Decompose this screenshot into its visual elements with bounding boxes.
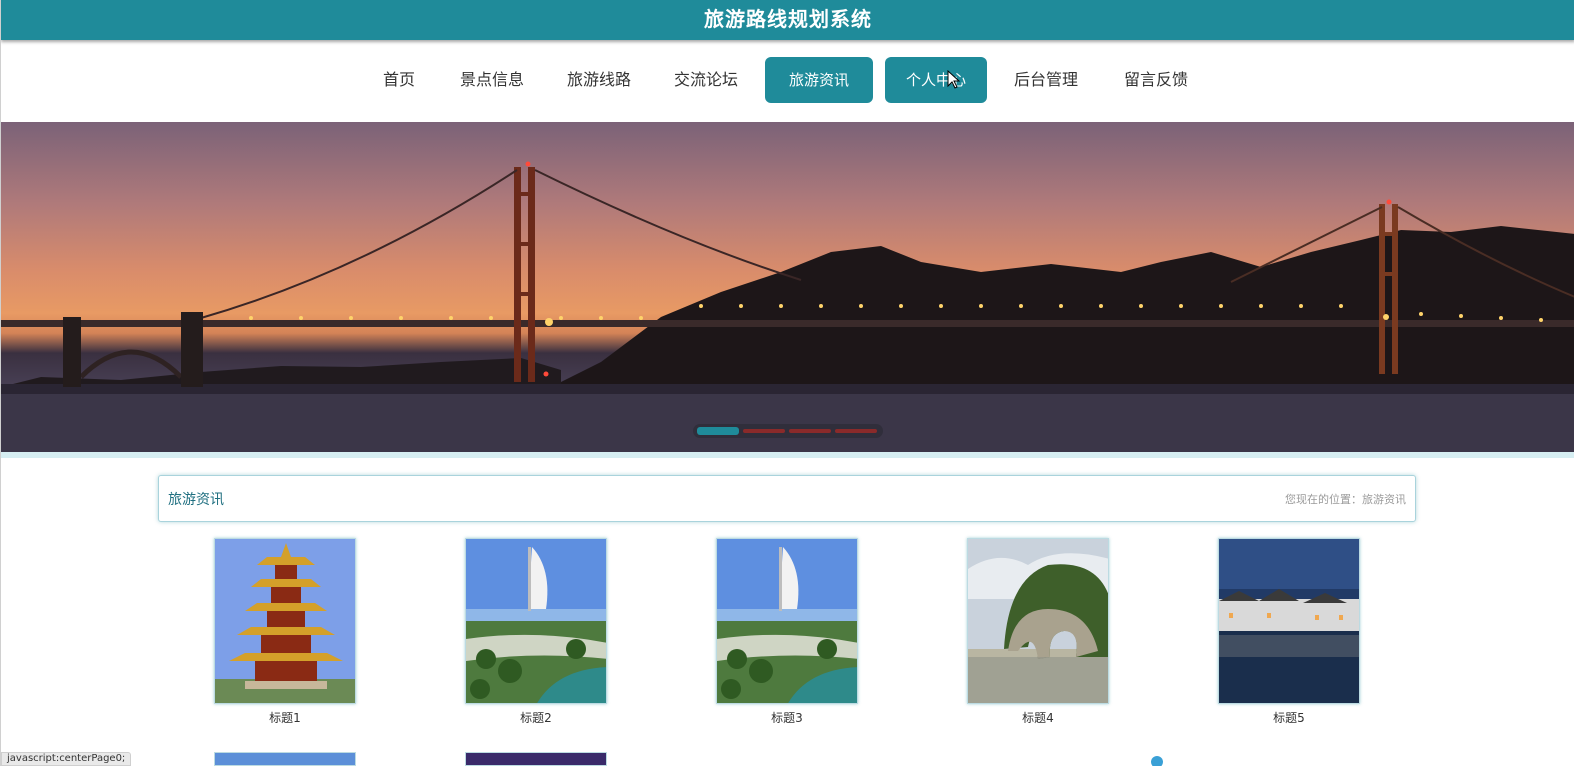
nav-admin[interactable]: 后台管理 [1003, 57, 1089, 103]
nav-attractions[interactable]: 景点信息 [449, 57, 535, 103]
carousel-dot-1[interactable] [697, 427, 739, 435]
nav-home[interactable]: 首页 [372, 57, 426, 103]
carousel-dot-4[interactable] [835, 429, 877, 433]
site-title: 旅游路线规划系统 [1, 0, 1574, 40]
card-image[interactable] [967, 538, 1109, 704]
section-header: 旅游资讯 您现在的位置：旅游资讯 [158, 475, 1416, 522]
mouse-cursor-icon [947, 70, 961, 89]
scroll-top-icon[interactable] [1151, 756, 1163, 766]
nav-personal-center[interactable]: 个人中心 [885, 57, 987, 103]
news-card[interactable]: 标题2 [465, 538, 607, 726]
nav-travel-news[interactable]: 旅游资讯 [765, 57, 873, 103]
news-card[interactable]: 标题4 [967, 538, 1109, 726]
section-title: 旅游资讯 [168, 492, 224, 508]
card-caption[interactable]: 标题3 [716, 709, 858, 726]
card-caption[interactable]: 标题5 [1218, 709, 1360, 726]
banner-divider [1, 452, 1574, 458]
banner-carousel[interactable] [1, 122, 1574, 452]
card-image-partial[interactable] [465, 752, 607, 766]
carousel-dot-2[interactable] [743, 429, 785, 433]
app-root: 旅游路线规划系统 首页 景点信息 旅游线路 交流论坛 旅游资讯 个人中心 后台管… [0, 0, 1574, 766]
carousel-pagination [693, 424, 883, 438]
banner-image [1, 161, 1574, 452]
main-nav: 首页 景点信息 旅游线路 交流论坛 旅游资讯 个人中心 后台管理 留言反馈 [1, 40, 1574, 122]
card-caption[interactable]: 标题4 [967, 709, 1109, 726]
status-bar: javascript:centerPage0; [1, 752, 132, 766]
nav-feedback[interactable]: 留言反馈 [1113, 57, 1199, 103]
news-card[interactable]: 标题5 [1218, 538, 1360, 726]
breadcrumb: 您现在的位置：旅游资讯 [1285, 493, 1406, 506]
card-image[interactable] [1218, 538, 1360, 704]
card-image[interactable] [214, 538, 356, 704]
carousel-dot-3[interactable] [789, 429, 831, 433]
card-image[interactable] [716, 538, 858, 704]
card-caption[interactable]: 标题1 [214, 709, 356, 726]
card-image[interactable] [465, 538, 607, 704]
nav-routes[interactable]: 旅游线路 [556, 57, 642, 103]
card-image-partial[interactable] [214, 752, 356, 766]
news-card[interactable]: 标题1 [214, 538, 356, 726]
nav-forum[interactable]: 交流论坛 [663, 57, 749, 103]
news-card[interactable]: 标题3 [716, 538, 858, 726]
card-caption[interactable]: 标题2 [465, 709, 607, 726]
